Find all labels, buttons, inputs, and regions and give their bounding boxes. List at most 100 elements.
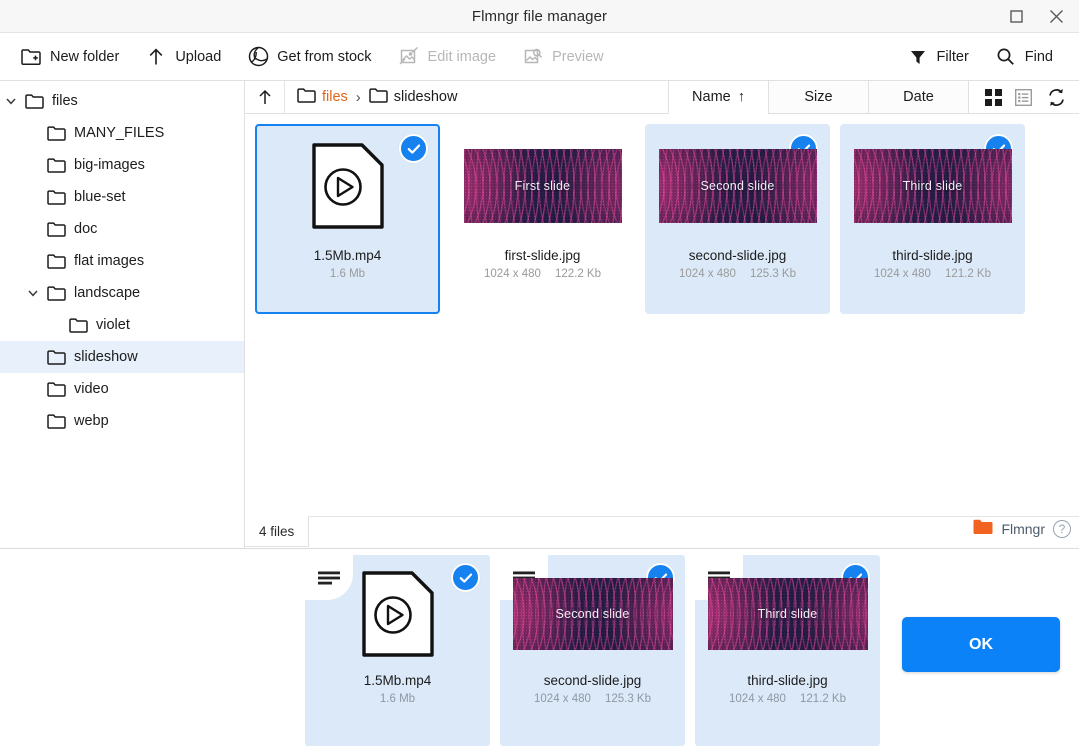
sort-tab-size[interactable]: Size (768, 81, 868, 113)
close-icon[interactable] (1041, 3, 1071, 31)
ok-button[interactable]: OK (902, 617, 1060, 672)
file-dimensions: 1024 x 480 (484, 268, 541, 280)
file-meta: 1024 x 480 121.2 Kb (729, 693, 846, 705)
file-dimensions: 1024 x 480 (679, 268, 736, 280)
folder-icon (44, 157, 68, 173)
selected-file-tile[interactable]: Second slide second-slide.jpg 1024 x 480 12… (500, 555, 685, 746)
file-tile[interactable]: Third slide third-slide.jpg 1024 x 480 121.… (840, 124, 1025, 314)
folder-icon (44, 285, 68, 301)
file-size: 122.2 Kb (554, 268, 601, 280)
list-view-icon[interactable] (1009, 83, 1037, 111)
slide-thumbnail: Third slide (853, 149, 1012, 223)
filter-funnel-icon (907, 46, 929, 68)
upload-arrow-icon (145, 46, 167, 68)
slide-thumbnail: Third slide (707, 578, 868, 650)
help-circle-icon[interactable]: ? (1053, 519, 1071, 538)
upload-button[interactable]: Upload (135, 40, 231, 74)
breadcrumb-label: slideshow (393, 89, 458, 105)
sidebar-item-webp[interactable]: webp (0, 405, 244, 437)
breadcrumb-item-files[interactable]: files (297, 87, 348, 107)
sort-tab-name[interactable]: Name ↑ (668, 81, 768, 114)
up-arrow-icon[interactable] (245, 81, 285, 113)
breadcrumb: files › slideshow (285, 81, 668, 113)
chevron-down-icon[interactable] (22, 287, 44, 299)
folder-icon (22, 93, 46, 109)
sidebar-item-label: video (74, 381, 109, 397)
breadcrumb-label: files (322, 89, 348, 105)
selection-check-icon[interactable] (451, 563, 480, 592)
slide-thumbnail-label: Second slide (555, 607, 630, 621)
sidebar-item-label: MANY_FILES (74, 125, 165, 141)
breadcrumb-separator: › (355, 88, 361, 106)
slide-thumbnail-label: Third slide (902, 179, 963, 193)
folder-icon (44, 189, 68, 205)
selected-file-tile[interactable]: 1.5Mb.mp4 1.6 Mb (305, 555, 490, 746)
file-tile[interactable]: Second slide second-slide.jpg 1024 x 480 12… (645, 124, 830, 314)
find-button[interactable]: Find (985, 40, 1063, 74)
sidebar-item-files[interactable]: files (0, 85, 244, 117)
sidebar-item-slideshow[interactable]: slideshow (0, 341, 244, 373)
file-tile[interactable]: 1.5Mb.mp4 1.6 Mb (255, 124, 440, 314)
edit-image-label: Edit image (427, 48, 497, 65)
sort-ascending-arrow-icon: ↑ (737, 89, 745, 105)
selected-file-tile[interactable]: Third slide third-slide.jpg 1024 x 480 121.… (695, 555, 880, 746)
chevron-down-icon[interactable] (0, 95, 22, 107)
title-bar: Flmngr file manager (0, 0, 1079, 33)
sidebar-item-flat-images[interactable]: flat images (0, 245, 244, 277)
selected-files-list: 1.5Mb.mp4 1.6 Mb Second slide second-slide.… (0, 549, 880, 746)
selection-check-icon[interactable] (399, 134, 428, 163)
new-folder-icon (20, 46, 42, 68)
orange-folder-icon (973, 519, 993, 538)
file-meta: 1.6 Mb (330, 268, 365, 280)
search-icon (995, 46, 1017, 68)
file-browser-panel: files › slideshow Name ↑ Size Date 1.5Mb… (245, 81, 1079, 548)
folder-icon (44, 349, 68, 365)
edit-image-button[interactable]: Edit image (388, 40, 507, 74)
sidebar-item-blue-set[interactable]: blue-set (0, 181, 244, 213)
get-from-stock-label: Get from stock (277, 48, 372, 65)
sidebar-item-landscape[interactable]: landscape (0, 277, 244, 309)
sidebar-item-label: doc (74, 221, 98, 237)
navigation-bar: files › slideshow Name ↑ Size Date (245, 81, 1079, 114)
refresh-icon[interactable] (1039, 87, 1073, 108)
sidebar-item-doc[interactable]: doc (0, 213, 244, 245)
status-bar: 4 files Flmngr ? (245, 516, 1079, 548)
main-body: files MANY_FILES big-images blue-set doc flat… (0, 81, 1079, 548)
main-toolbar: New folder Upload Get from stock Edit im… (0, 33, 1079, 81)
sort-tab-date[interactable]: Date (868, 81, 968, 113)
folder-icon (297, 87, 316, 107)
folder-icon (369, 87, 388, 107)
filter-button[interactable]: Filter (897, 40, 979, 74)
preview-button[interactable]: Preview (512, 40, 614, 74)
folder-icon (44, 413, 68, 429)
file-manager-window: Flmngr file manager New folder Upload Ge… (0, 0, 1079, 751)
find-label: Find (1024, 48, 1053, 65)
sort-tab-label: Date (903, 89, 934, 105)
file-dimensions: 1024 x 480 (729, 693, 786, 705)
new-folder-button[interactable]: New folder (10, 40, 129, 74)
slide-thumbnail: Second slide (658, 149, 817, 223)
view-mode-switcher (968, 81, 1079, 113)
file-meta: 1.6 Mb (380, 693, 415, 705)
file-name: third-slide.jpg (892, 248, 973, 263)
sidebar-item-video[interactable]: video (0, 373, 244, 405)
sort-tabs: Name ↑ Size Date (668, 81, 968, 114)
file-size: 1.6 Mb (329, 268, 366, 280)
sidebar-item-label: flat images (74, 253, 145, 269)
maximize-icon[interactable] (1001, 3, 1031, 31)
sidebar-item-big-images[interactable]: big-images (0, 149, 244, 181)
file-grid-container[interactable]: 1.5Mb.mp4 1.6 Mb First slide first-slide.jp… (245, 114, 1079, 516)
sidebar-item-many-files[interactable]: MANY_FILES (0, 117, 244, 149)
file-count-label: 4 files (245, 516, 310, 547)
file-tile[interactable]: First slide first-slide.jpg 1024 x 480 122.… (450, 124, 635, 314)
get-from-stock-button[interactable]: Get from stock (237, 40, 381, 74)
slide-thumbnail: First slide (463, 149, 622, 223)
slide-thumbnail-label: First slide (514, 179, 571, 193)
sidebar-item-violet[interactable]: violet (0, 309, 244, 341)
new-folder-label: New folder (50, 48, 120, 65)
file-name: second-slide.jpg (688, 248, 787, 263)
grid-view-icon[interactable] (979, 83, 1007, 111)
folder-icon (44, 253, 68, 269)
brand-name: Flmngr (1001, 520, 1045, 537)
file-size: 121.2 Kb (799, 693, 846, 705)
